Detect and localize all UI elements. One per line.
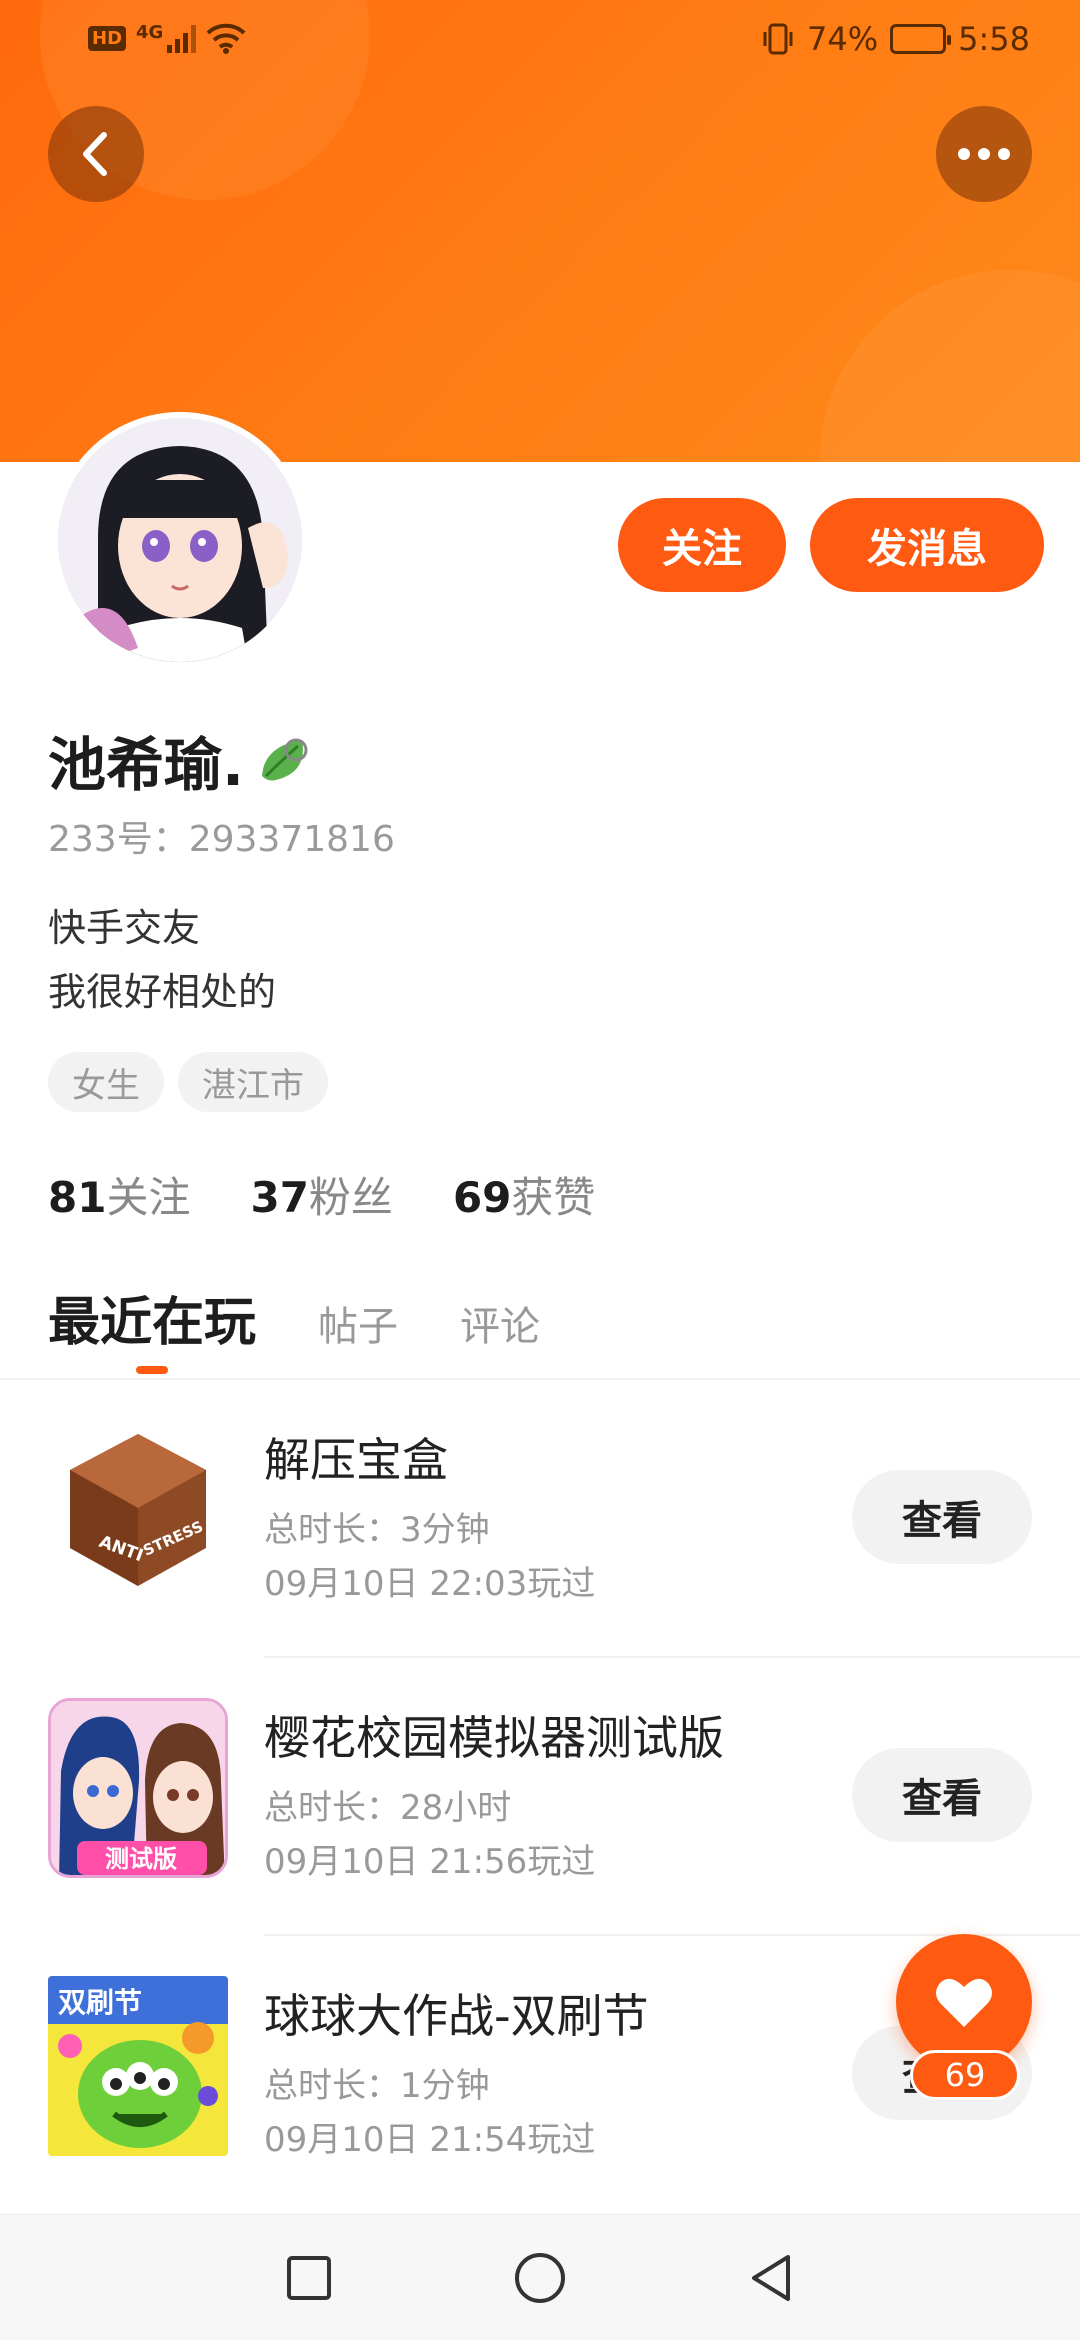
vibrate-icon [763, 23, 793, 55]
circle-icon [515, 2253, 565, 2303]
username-text: 池希瑜. [48, 731, 245, 799]
back-button[interactable] [48, 106, 144, 202]
like-count-badge: 69 [910, 2050, 1020, 2100]
game-title: 樱花校园模拟器测试版 [264, 1711, 724, 1765]
gender-tag: 女生 [48, 1052, 164, 1112]
battery-percent: 74% [807, 20, 879, 58]
beta-text: 测试版 [105, 1845, 177, 1873]
banner-decoration [820, 270, 1080, 462]
leaf-badge-icon [262, 738, 308, 781]
game-list-item[interactable]: 测试版 樱花校园模拟器测试版 总时长：28小时 09月10日 21:56玩过 查… [0, 1658, 1080, 1936]
signal-icon [167, 23, 197, 53]
following-count[interactable]: 81关注 [48, 1164, 190, 1225]
tab-comments[interactable]: 评论 [460, 1294, 540, 1352]
game-icon-ball-battle: 双刷节 [48, 1976, 228, 2156]
clock: 5:58 [958, 20, 1030, 58]
home-button[interactable] [507, 2245, 573, 2311]
profile-tags: 女生 湛江市 [48, 1052, 328, 1112]
profile-stats: 81关注 37粉丝 69获赞 [48, 1164, 595, 1225]
follow-button[interactable]: 关注 [618, 498, 786, 592]
more-button[interactable] [936, 106, 1032, 202]
tab-posts[interactable]: 帖子 [318, 1294, 398, 1352]
square-icon [287, 2256, 331, 2300]
heart-icon [936, 1978, 992, 2027]
game-last-played: 09月10日 22:03玩过 [264, 1564, 596, 1604]
avatar[interactable] [52, 412, 308, 668]
game-title: 解压宝盒 [264, 1433, 448, 1487]
more-dots-icon [958, 148, 1010, 160]
back-nav-button[interactable] [738, 2245, 804, 2311]
game-icon-sakura-school: 测试版 [48, 1698, 228, 1878]
recent-apps-button[interactable] [276, 2245, 342, 2311]
wifi-icon [206, 23, 246, 54]
game-list-item[interactable]: ANTI STRESS 解压宝盒 总时长：3分钟 09月10日 22:03玩过 … [0, 1380, 1080, 1658]
network-type: 4G [136, 22, 164, 43]
game-last-played: 09月10日 21:54玩过 [264, 2120, 596, 2160]
triangle-back-icon [752, 2255, 790, 2301]
festival-text: 双刷节 [58, 1986, 142, 2019]
bio-line: 快手交友 [48, 906, 201, 950]
game-icon-anti-stress: ANTI STRESS [48, 1420, 228, 1600]
status-bar: HD 4G 74% 5:58 [0, 0, 1080, 80]
game-duration: 总时长：1分钟 [264, 2066, 490, 2106]
bio-line: 我很好相处的 [48, 970, 277, 1014]
followers-count[interactable]: 37粉丝 [250, 1164, 392, 1225]
likes-count: 69获赞 [452, 1173, 596, 1222]
message-button[interactable]: 发消息 [810, 498, 1044, 592]
hd-badge: HD [88, 25, 127, 51]
system-nav-bar [0, 2214, 1080, 2340]
game-duration: 总时长：28小时 [264, 1788, 512, 1828]
chevron-left-icon [83, 132, 107, 176]
game-duration: 总时长：3分钟 [264, 1510, 490, 1550]
profile-tabs: 最近在玩 帖子 评论 [48, 1280, 540, 1355]
bio: 快手交友 我很好相处的 [48, 896, 276, 1024]
user-id: 233号：293371816 [48, 819, 395, 860]
view-button[interactable]: 查看 [852, 1748, 1032, 1842]
view-button[interactable]: 查看 [852, 1470, 1032, 1564]
battery-icon [890, 24, 952, 54]
avatar-image [58, 418, 302, 662]
username: 池希瑜. [48, 718, 316, 802]
game-title: 球球大作战-双刷节 [264, 1989, 649, 2043]
game-last-played: 09月10日 21:56玩过 [264, 1842, 596, 1882]
tab-indicator [136, 1366, 168, 1374]
location-tag: 湛江市 [178, 1052, 328, 1112]
tab-recently-played[interactable]: 最近在玩 [48, 1280, 256, 1355]
